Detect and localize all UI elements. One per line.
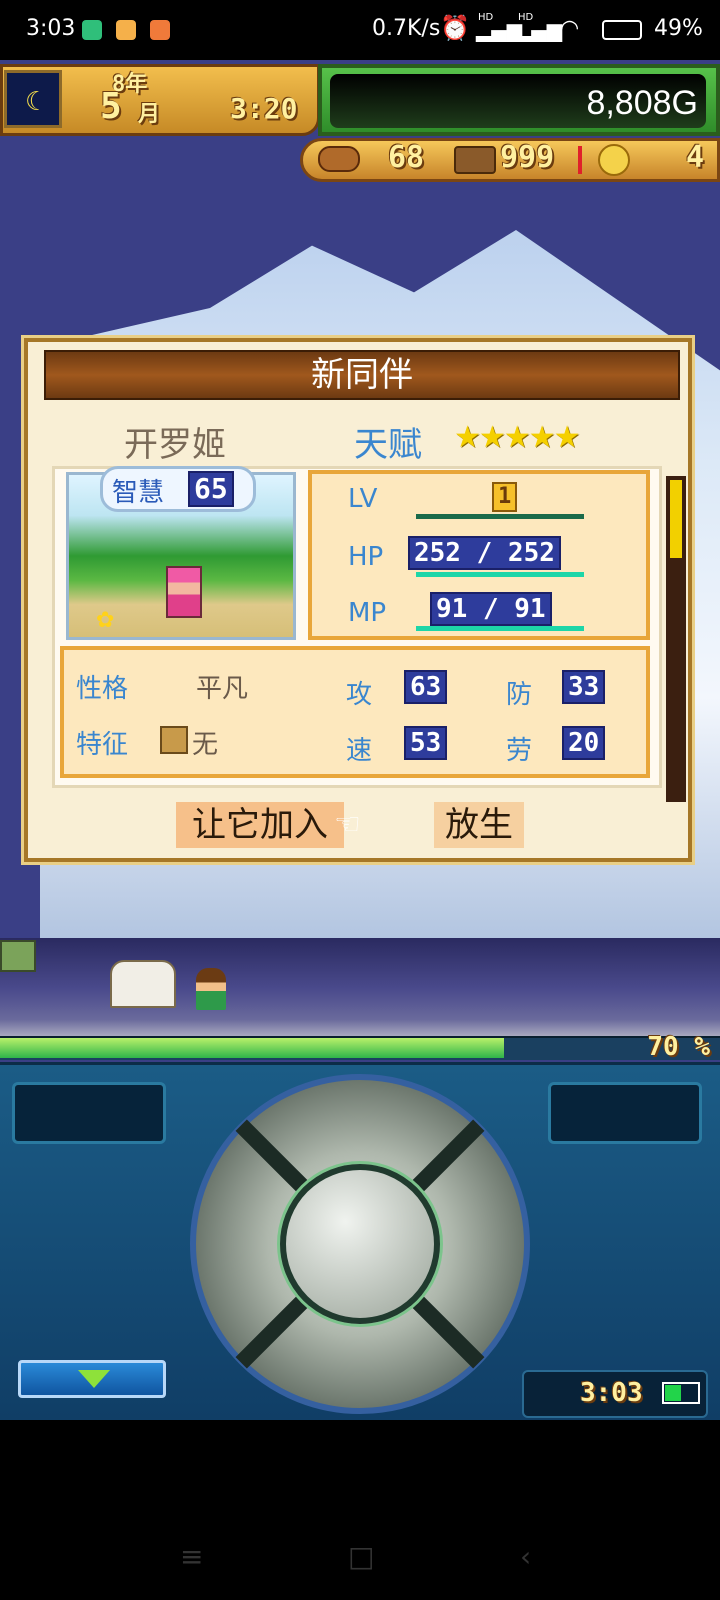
wood-count: 999 bbox=[500, 140, 555, 175]
join-button[interactable]: 让它加入 bbox=[176, 802, 344, 848]
release-button[interactable]: 放生 bbox=[434, 802, 524, 848]
mp-bar bbox=[416, 626, 584, 631]
companion-sprite bbox=[166, 566, 202, 618]
hp-bar bbox=[416, 572, 584, 577]
attack-label: 攻 bbox=[346, 680, 373, 710]
network-speed: 0.7K/s bbox=[372, 16, 441, 41]
feature-icon bbox=[160, 726, 188, 754]
status-bar: 3:03 0.7K/s ⏰ HD ▂▄▆ HD ▂▄▆ ◠ 49% bbox=[0, 0, 720, 60]
wifi-icon: ◠ bbox=[560, 16, 580, 41]
party-icon[interactable] bbox=[0, 940, 36, 972]
left-slot-button[interactable] bbox=[12, 1082, 166, 1144]
speed-value: 53 bbox=[404, 726, 448, 760]
coin-icon bbox=[598, 144, 630, 176]
battery-percent: 49% bbox=[654, 16, 703, 41]
labor-label: 劳 bbox=[506, 736, 533, 766]
lv-value: 1 bbox=[492, 482, 518, 512]
home-icon[interactable]: □ bbox=[348, 1540, 374, 1573]
flower-icon: ✿ bbox=[96, 608, 115, 633]
dpad-center-button[interactable] bbox=[280, 1164, 440, 1324]
travel-progress-text: 70 % bbox=[647, 1032, 710, 1062]
game-clock: 3:20 bbox=[230, 92, 298, 125]
system-nav-bar bbox=[0, 1420, 720, 1600]
speed-label: 速 bbox=[346, 736, 373, 766]
mp-label: MP bbox=[348, 598, 387, 628]
mp-value: 91 / 91 bbox=[430, 592, 552, 626]
menu-icon[interactable]: ≡ bbox=[180, 1540, 203, 1573]
back-icon[interactable]: ‹ bbox=[520, 1540, 531, 1573]
feature-value: 无 bbox=[192, 730, 219, 760]
device-clock: 3:03 bbox=[580, 1378, 643, 1408]
signal-icon: ▂▄▆ bbox=[516, 18, 563, 42]
app-icon bbox=[82, 20, 102, 40]
hero-sprite bbox=[196, 968, 226, 1010]
resource-divider bbox=[578, 146, 582, 174]
chevron-down-icon bbox=[78, 1370, 110, 1388]
lv-bar bbox=[416, 514, 584, 519]
right-slot-button[interactable] bbox=[548, 1082, 702, 1144]
meat-icon bbox=[318, 146, 360, 172]
attack-value: 63 bbox=[404, 670, 448, 704]
scrollbar-thumb[interactable] bbox=[670, 480, 682, 558]
month-number: 5 bbox=[100, 86, 122, 127]
money-amount: 8,808G bbox=[586, 84, 698, 123]
coin-count: 4 bbox=[686, 140, 705, 175]
pointing-hand-icon: ☜ bbox=[334, 807, 361, 842]
wisdom-label: 智慧 bbox=[112, 478, 165, 508]
wood-icon bbox=[454, 146, 496, 174]
wagon-sprite bbox=[110, 960, 176, 1008]
status-time: 3:03 bbox=[26, 16, 76, 41]
travel-progress-fill bbox=[0, 1038, 504, 1058]
app-icon bbox=[150, 20, 170, 40]
talent-stars: ★★★★★ bbox=[454, 420, 580, 455]
labor-value: 20 bbox=[562, 726, 606, 760]
wisdom-value: 65 bbox=[188, 471, 234, 507]
companion-name: 开罗姬 bbox=[124, 425, 226, 465]
money-unit: G bbox=[671, 84, 698, 122]
personality-label: 性格 bbox=[76, 674, 129, 704]
meat-count: 68 bbox=[388, 140, 425, 175]
lv-label: LV bbox=[348, 484, 378, 514]
month-unit: 月 bbox=[138, 102, 161, 127]
moon-icon: ☾ bbox=[4, 70, 62, 128]
alarm-icon: ⏰ bbox=[440, 14, 470, 42]
app-icon bbox=[116, 20, 136, 40]
hp-label: HP bbox=[348, 542, 384, 572]
money-value: 8,808 bbox=[586, 84, 672, 122]
dialog-title: 新同伴 bbox=[311, 355, 413, 395]
hp-value: 252 / 252 bbox=[408, 536, 561, 570]
defense-value: 33 bbox=[562, 670, 606, 704]
battery-level bbox=[665, 1385, 681, 1401]
feature-label: 特征 bbox=[76, 730, 129, 760]
battery-icon bbox=[602, 20, 642, 40]
defense-label: 防 bbox=[506, 680, 533, 710]
personality-value: 平凡 bbox=[196, 674, 249, 704]
talent-label: 天赋 bbox=[354, 425, 422, 465]
travel-road bbox=[0, 938, 720, 1040]
